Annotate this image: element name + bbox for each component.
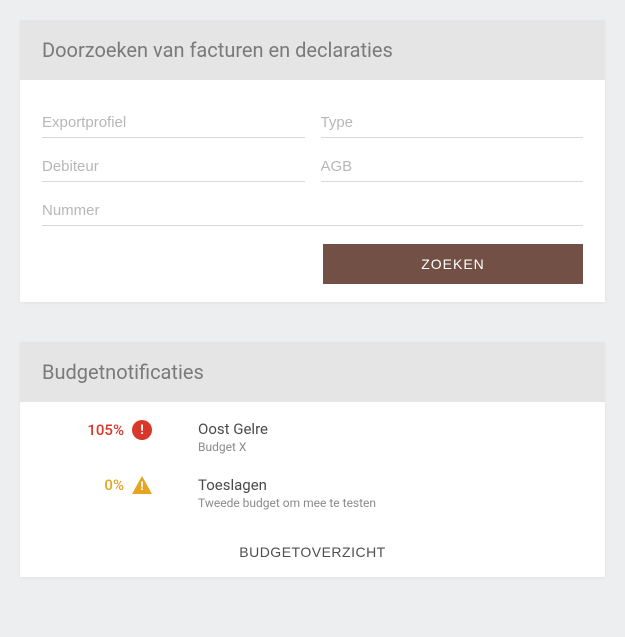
alert-icon: ! xyxy=(132,420,152,440)
notifications-list: 105% ! Oost Gelre Budget X 0% Toeslagen … xyxy=(20,402,605,528)
notification-row[interactable]: 0% Toeslagen Tweede budget om mee te tes… xyxy=(30,468,595,524)
field-debiteur xyxy=(42,150,305,182)
notification-row[interactable]: 105% ! Oost Gelre Budget X xyxy=(30,412,595,468)
warning-icon xyxy=(132,476,152,494)
search-actions: ZOEKEN xyxy=(42,244,583,284)
search-card-title: Doorzoeken van facturen en declaraties xyxy=(20,20,605,80)
notifications-footer: BUDGETOVERZICHT xyxy=(20,528,605,577)
notifications-card-title: Budgetnotificaties xyxy=(20,342,605,402)
exportprofiel-input[interactable] xyxy=(42,106,305,138)
notification-body: Oost Gelre Budget X xyxy=(158,420,595,454)
search-form xyxy=(42,106,583,226)
field-exportprofiel xyxy=(42,106,305,138)
field-type xyxy=(321,106,584,138)
field-agb xyxy=(321,150,584,182)
type-input[interactable] xyxy=(321,106,584,138)
notifications-card: Budgetnotificaties 105% ! Oost Gelre Bud… xyxy=(20,342,605,577)
notification-body: Toeslagen Tweede budget om mee te testen xyxy=(158,476,595,510)
field-nummer xyxy=(42,194,583,226)
notification-name: Oost Gelre xyxy=(198,420,595,438)
debiteur-input[interactable] xyxy=(42,150,305,182)
notification-percent: 105% xyxy=(87,421,124,439)
notification-percent: 0% xyxy=(104,476,124,494)
budget-overview-button[interactable]: BUDGETOVERZICHT xyxy=(239,544,385,560)
nummer-input[interactable] xyxy=(42,194,583,226)
notification-status: 105% ! xyxy=(30,420,158,440)
search-button[interactable]: ZOEKEN xyxy=(323,244,583,284)
notification-subtitle: Tweede budget om mee te testen xyxy=(198,496,595,510)
agb-input[interactable] xyxy=(321,150,584,182)
search-card-body: ZOEKEN xyxy=(20,80,605,302)
notification-subtitle: Budget X xyxy=(198,440,595,454)
notification-status: 0% xyxy=(30,476,158,494)
search-card: Doorzoeken van facturen en declaraties Z… xyxy=(20,20,605,302)
notification-name: Toeslagen xyxy=(198,476,595,494)
